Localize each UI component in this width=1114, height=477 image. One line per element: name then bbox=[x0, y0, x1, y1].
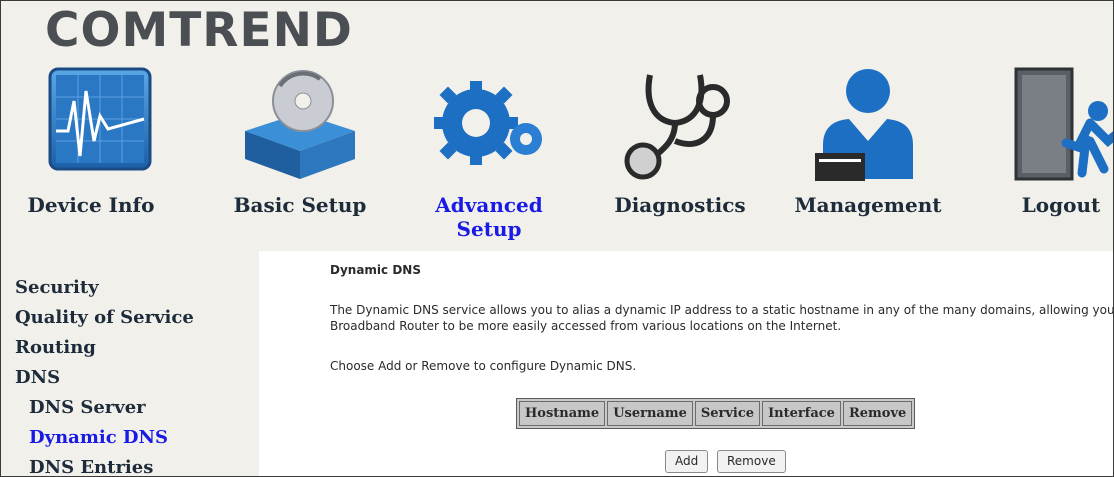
sidebar-item-quality-of-service[interactable]: Quality of Service bbox=[15, 303, 255, 333]
advanced-setup-icon bbox=[414, 61, 564, 181]
nav-label: Device Info bbox=[27, 193, 155, 217]
nav-diagnostics[interactable]: Diagnostics bbox=[605, 61, 755, 231]
sidebar-item-dns-server[interactable]: DNS Server bbox=[15, 393, 255, 423]
nav-device-info[interactable]: Device Info bbox=[16, 61, 166, 231]
nav-label: Advanced Setup bbox=[435, 193, 543, 241]
nav-logout[interactable]: Logout bbox=[986, 61, 1113, 231]
main-panel: Dynamic DNS The Dynamic DNS service allo… bbox=[259, 251, 1114, 476]
nav-management[interactable]: Management bbox=[793, 61, 943, 231]
nav-basic-setup[interactable]: Basic Setup bbox=[225, 61, 375, 231]
table-header-row: Hostname Username Service Interface Remo… bbox=[519, 401, 913, 426]
dynamic-dns-table: Hostname Username Service Interface Remo… bbox=[516, 398, 916, 429]
sidebar-item-dns[interactable]: DNS bbox=[15, 363, 255, 393]
diagnostics-icon bbox=[605, 61, 755, 181]
management-icon bbox=[793, 61, 943, 183]
description-text: The Dynamic DNS service allows you to al… bbox=[330, 303, 1114, 333]
nav-label: Basic Setup bbox=[233, 193, 367, 217]
nav-label: Diagnostics bbox=[614, 193, 746, 217]
basic-setup-icon bbox=[225, 61, 375, 181]
router-admin-page: COMTREND Device Info Basic Setup Advance… bbox=[0, 0, 1114, 477]
column-interface: Interface bbox=[762, 401, 841, 426]
column-service: Service bbox=[694, 401, 761, 426]
device-info-icon bbox=[16, 61, 166, 181]
nav-label: Logout bbox=[1021, 193, 1101, 217]
logout-icon bbox=[986, 61, 1113, 181]
comtrend-logo: COMTREND bbox=[45, 3, 353, 58]
remove-button[interactable]: Remove bbox=[717, 450, 786, 473]
column-hostname: Hostname bbox=[519, 401, 606, 426]
add-button[interactable]: Add bbox=[665, 450, 709, 473]
column-remove: Remove bbox=[842, 401, 913, 426]
instruction-text: Choose Add or Remove to configure Dynami… bbox=[330, 359, 637, 373]
sidebar: Security Quality of Service Routing DNS … bbox=[15, 273, 255, 476]
nav-advanced-setup[interactable]: Advanced Setup bbox=[414, 61, 564, 241]
sidebar-item-security[interactable]: Security bbox=[15, 273, 255, 303]
sidebar-item-routing[interactable]: Routing bbox=[15, 333, 255, 363]
column-username: Username bbox=[607, 401, 693, 426]
sidebar-item-dynamic-dns[interactable]: Dynamic DNS bbox=[15, 423, 255, 453]
page-title: Dynamic DNS bbox=[330, 263, 421, 277]
nav-label: Management bbox=[794, 193, 942, 217]
sidebar-item-dns-entries[interactable]: DNS Entries bbox=[15, 453, 255, 476]
